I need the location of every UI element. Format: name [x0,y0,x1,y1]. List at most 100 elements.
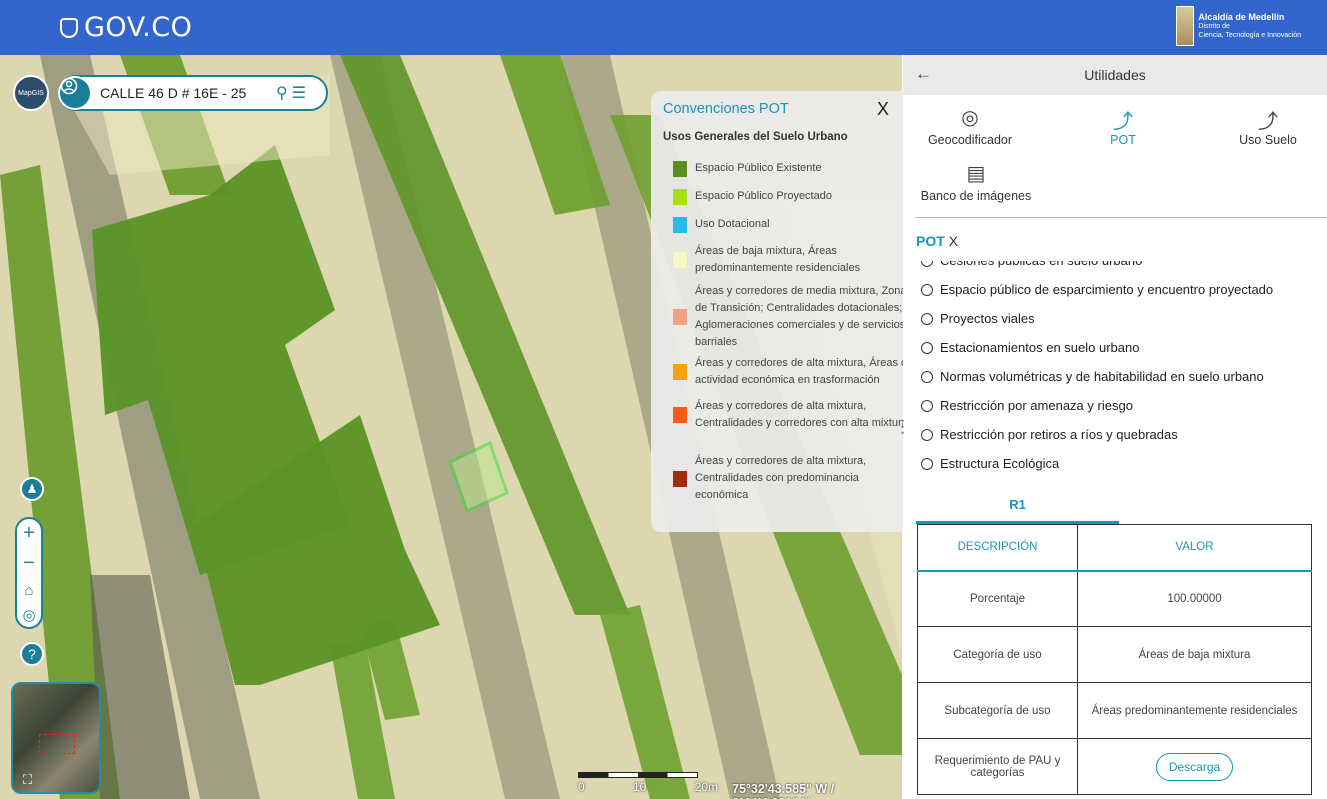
pot-layer-list[interactable]: Cesiones públicas en suelo urbano Espacio… [921,261,1321,489]
pot-filter-tag: POT X [916,233,958,249]
tool-label-geocodificador: Geocodificador [927,133,1013,147]
radio-button[interactable] [921,283,933,296]
overview-map[interactable]: ⛶ [11,682,101,794]
legend-item: Áreas y corredores de alta mixtura, Cent… [673,453,915,504]
legend-swatch [673,364,687,380]
tool-banco-imagenes[interactable]: ▤ Banco de imágenes [916,161,1036,203]
mapgis-label: MapGIS [18,89,44,97]
layer-option-label: Proyectos viales [940,311,1035,326]
radio-button[interactable] [921,261,933,267]
alcaldia-logo[interactable]: Alcaldía de Medellín Distrito de Ciencia… [1176,6,1301,46]
panel-resize-handle[interactable]: • • • [901,417,907,442]
legend-item-label: Espacio Público Proyectado [695,190,832,202]
layer-option[interactable]: Proyectos viales [921,311,1035,326]
layer-option[interactable]: Estacionamientos en suelo urbano [921,340,1139,355]
tool-label-banco: Banco de imágenes [920,189,1032,203]
tool-uso-suelo[interactable]: ⤴ Uso Suelo [1228,105,1308,147]
zoom-controls: + − ⌂ ◎ [15,517,43,629]
cell-description: Subcategoría de uso [917,682,1078,739]
panel-header: ← Utilidades [903,55,1327,95]
layer-option[interactable]: Restricción por retiros a ríos y quebrad… [921,427,1178,442]
divider [915,217,1327,218]
search-input[interactable] [100,85,272,101]
legend-swatch [673,407,687,423]
legend-item: Espacio Público Existente [673,160,915,177]
layer-option[interactable]: Normas volumétricas y de habitabilidad e… [921,369,1264,384]
legend-swatch [673,160,687,177]
shield-icon [60,17,78,38]
layer-option-label: Restricción por retiros a ríos y quebrad… [940,427,1178,442]
alcaldia-sub2: Ciencia, Tecnología e Innovación [1198,31,1301,39]
legend-item-label: Áreas y corredores de alta mixtura, Cent… [695,455,867,501]
cell-description: Categoría de uso [917,626,1078,683]
route-icon: ⤴ [1113,111,1133,133]
legend-swatch [673,188,687,205]
locate-icon[interactable]: ◎ [22,606,35,624]
layer-option[interactable]: Espacio público de esparcimiento y encue… [921,282,1273,297]
layer-option[interactable]: Estructura Ecológica [921,456,1059,471]
legend-item-label: Áreas y corredores de media mixtura, Zon… [695,285,913,348]
alcaldia-title: Alcaldía de Medellín [1198,11,1285,22]
alcaldia-emblem-icon [1176,6,1195,46]
radio-button[interactable] [921,457,933,470]
cell-value: Áreas de baja mixtura [1077,626,1312,683]
legend-item-label: Áreas y corredores de alta mixtura, Área… [695,357,914,386]
utilities-panel: ← Utilidades ◎ Geocodificador ⤴ POT ⤴ Us… [903,55,1327,799]
coordinates-readout: 75°32'43.585" W / 6°14'4.631" N [732,782,835,799]
table-row: Subcategoría de uso Áreas predominanteme… [917,682,1312,739]
legend-item: Áreas y corredores de media mixtura, Zon… [673,283,915,351]
help-button[interactable]: ? [20,642,44,666]
layer-option[interactable]: Restricción por amenaza y riesgo [921,398,1133,413]
table-header: DESCRIPCIÓN VALOR [917,524,1312,572]
image-icon: ▤ [966,163,986,185]
radio-button[interactable] [921,312,933,325]
legend-swatch [673,470,687,487]
panel-title: Utilidades [1084,67,1146,83]
cell-description: Requerimiento de PAU y categorías [917,738,1078,795]
pot-tag-close[interactable]: X [949,233,958,249]
radio-button[interactable] [921,399,933,412]
back-arrow-icon[interactable]: ← [915,64,932,84]
radio-button[interactable] [921,341,933,354]
layer-option-label: Espacio público de esparcimiento y encue… [940,282,1274,297]
legend-close-button[interactable]: X [877,99,889,120]
home-icon[interactable]: ⌂ [24,582,33,599]
zoom-in-button[interactable]: + [23,522,35,545]
result-table: DESCRIPCIÓN VALOR Porcentaje 100.00000 C… [917,524,1312,795]
col-valor: VALOR [1077,524,1312,572]
layer-option[interactable]: Cesiones públicas en suelo urbano [921,261,1142,268]
user-icon[interactable] [58,76,92,110]
layer-option-label: Normas volumétricas y de habitabilidad e… [940,369,1264,384]
radio-button[interactable] [921,370,933,383]
expand-icon[interactable]: ⛶ [23,772,32,788]
legend-swatch [673,309,687,325]
cell-value: Descarga [1077,738,1312,795]
layer-option-label: Estructura Ecológica [940,456,1060,471]
gov-header: GOV.CO Alcaldía de Medellín Distrito de … [0,0,1327,55]
legend-item-label: Espacio Público Existente [695,162,822,174]
filter-icon[interactable]: ☰ [292,83,306,103]
layer-option-label: Estacionamientos en suelo urbano [940,340,1140,355]
overview-extent [39,734,75,754]
address-search[interactable]: ⚲ ☰ [58,75,328,111]
legend-item-label: Uso Dotacional [695,218,770,230]
search-icon[interactable]: ⚲ [276,83,288,103]
zoom-out-button[interactable]: − [23,552,35,575]
legend-subtitle: Usos Generales del Suelo Urbano [663,131,848,143]
street-view-button[interactable]: ♟ [20,477,44,501]
layer-option-label: Restricción por amenaza y riesgo [940,398,1133,413]
radio-button[interactable] [921,428,933,441]
legend-item-label: Áreas de baja mixtura, Áreas predominant… [695,245,861,274]
table-row: Requerimiento de PAU y categorías Descar… [917,738,1312,795]
col-descripcion: DESCRIPCIÓN [917,524,1078,572]
tool-geocodificador[interactable]: ◎ Geocodificador [925,105,1015,147]
tool-pot[interactable]: ⤴ POT [1098,105,1148,147]
pot-tag-label: POT [916,233,945,249]
result-tab-r1[interactable]: R1 [916,497,1119,512]
scale-bar: 0 10 20m [578,772,718,794]
legend-title: Convenciones POT [663,101,789,117]
gov-logo[interactable]: GOV.CO [60,12,192,43]
mapgis-logo-button[interactable]: MapGIS [13,75,49,111]
download-button[interactable]: Descarga [1155,752,1234,781]
gov-logo-text: GOV.CO [84,12,193,43]
